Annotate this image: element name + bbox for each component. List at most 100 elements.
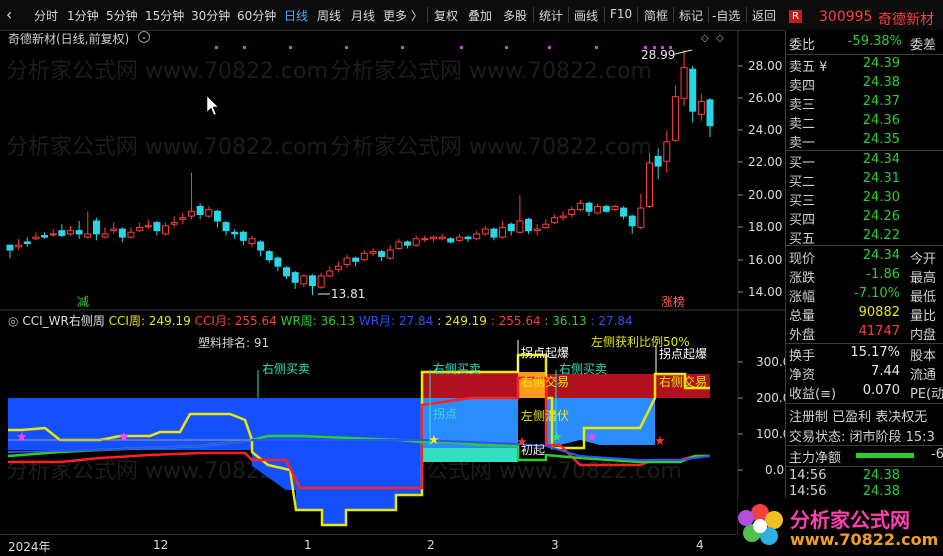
- candle-body: [205, 209, 213, 217]
- candle-body: [421, 238, 429, 241]
- candle-body: [274, 257, 282, 267]
- signal-right-trade: 右侧交易: [521, 374, 569, 389]
- indicator-value: : 36.13: [540, 314, 587, 328]
- indicator-value: WR月: 27.84: [355, 314, 434, 328]
- committee-ratio: -59.38%: [847, 34, 902, 49]
- price-axis: 28.00 26.00 24.00 22.00 20.00 18.00 16.0…: [738, 59, 782, 299]
- diamond-icon: ◇: [701, 33, 709, 44]
- quote-row: 外盘 41747 内盘: [789, 324, 937, 343]
- candle-body: [179, 217, 187, 220]
- candle-body: [127, 231, 135, 238]
- candle-body: [291, 272, 299, 283]
- signal-dot: [401, 46, 404, 49]
- svg-text:300.00: 300.00: [756, 355, 785, 369]
- stat-row: 收益(≡) 0.070 PE(动: [789, 383, 943, 402]
- ask-row: 卖三 24.37: [789, 94, 900, 113]
- candle-body: [265, 251, 273, 261]
- svg-text:0.00: 0.00: [765, 463, 785, 477]
- candle-body: [542, 223, 550, 228]
- bid-row: 买二 24.31: [789, 171, 900, 190]
- signal-dot: [548, 46, 551, 49]
- candle-body: [334, 265, 342, 270]
- svg-text:★: ★: [586, 430, 598, 445]
- candle-body: [386, 249, 394, 259]
- quote-row: 现价 24.34 今开: [789, 248, 937, 267]
- signal-dot: [215, 46, 218, 49]
- signal-dots: [215, 46, 672, 49]
- candle-body: [231, 231, 239, 235]
- quote-row: 涨跌 -1.86 最高: [789, 267, 937, 286]
- mouse-cursor-icon: [206, 95, 219, 116]
- indicator-value: : 27.84: [586, 314, 633, 328]
- candle-body: [170, 222, 178, 225]
- candle-body: [550, 217, 558, 224]
- candle-body: [343, 257, 351, 266]
- candle-body: [49, 233, 57, 236]
- candle-body: [637, 207, 645, 228]
- flow-bar: [856, 453, 914, 458]
- price-tick: 22.00: [748, 155, 782, 169]
- candle-body: [187, 210, 195, 217]
- indicator-value: CCI周: 249.19: [108, 314, 191, 328]
- watermark-text: 分析家公式网 www.70822.com: [6, 59, 328, 84]
- indicator-name: CCI_WR右侧周: [22, 314, 105, 328]
- candle-body: [66, 230, 74, 235]
- watermark-text: 分析家公式网 www.70822.com: [6, 135, 328, 160]
- quote-panel: R 300995 奇德新材 委比 -59.38% 委差 卖五 ¥24.39 卖四 2…: [785, 9, 943, 555]
- candle-body: [533, 228, 541, 232]
- signal-dot: [289, 46, 292, 49]
- signal-right-buy: 右侧买卖: [262, 361, 310, 376]
- signal-dot: [345, 46, 348, 49]
- kline-chart[interactable]: 分析家公式网 www.70822.com 分析家公式网 www.70822.co…: [0, 0, 785, 534]
- candle-body: [646, 162, 654, 207]
- svg-text:★: ★: [551, 430, 563, 445]
- candle-body: [352, 257, 360, 262]
- candle-body: [23, 241, 31, 245]
- svg-text:★: ★: [654, 434, 666, 449]
- indicator-value: WR周: 36.13: [276, 314, 356, 328]
- candle-body: [412, 238, 420, 246]
- tag-right: 涨榜: [661, 294, 685, 309]
- candle-body: [576, 202, 584, 211]
- candle-body: [481, 228, 489, 235]
- indicator-title-row: ◎ CCI_WR右侧周 CCI周: 249.19 CCI月: 255.64 WR…: [8, 312, 633, 329]
- candle-body: [464, 236, 472, 240]
- price-tick: 18.00: [748, 220, 782, 234]
- stock-code: 300995: [819, 9, 873, 25]
- stat-row: 净资 7.44 流通: [789, 364, 937, 383]
- low-price-label: 13.81: [331, 287, 365, 301]
- indicator-panel: ★ ★ ★ ★ ★ ★ ★ 右侧买卖 右侧买卖 右侧买卖 拐点 拐点起爆 拐点起…: [7, 334, 711, 527]
- stock-name: 奇德新材: [878, 12, 934, 28]
- bid-row: 买四 24.26: [789, 209, 900, 228]
- signal-dot: [595, 46, 598, 49]
- date-tick: 4: [696, 538, 704, 552]
- price-tick: 24.00: [748, 123, 782, 137]
- signal-first-up: 初起: [521, 443, 545, 457]
- candle-body: [153, 222, 161, 232]
- date-tick: 1: [304, 538, 312, 552]
- candle-body: [300, 275, 308, 285]
- price-tick: 20.00: [748, 188, 782, 202]
- svg-text:★: ★: [16, 430, 28, 445]
- candle-body: [559, 215, 567, 219]
- signal-right-trade: 右侧交易: [659, 374, 707, 389]
- candle-body: [15, 244, 23, 248]
- price-tick: 14.00: [748, 285, 782, 299]
- flags-line: 注册制 已盈利 表决权无: [789, 410, 928, 425]
- logo-title: 分析家公式网: [790, 508, 910, 532]
- candle-body: [568, 209, 576, 216]
- bid-row: 买一 24.34: [789, 152, 900, 171]
- quote-row: 涨幅 -7.10% 最低: [789, 286, 937, 305]
- candle-body: [663, 141, 671, 162]
- candle-body: [447, 238, 455, 243]
- rank-label: 塑料排名: 91: [198, 335, 269, 350]
- candle-body: [41, 235, 49, 238]
- candle-body: [369, 251, 377, 254]
- signal-left-ambush: 左侧潜伏: [521, 408, 569, 423]
- candle-body: [32, 236, 40, 240]
- indicator-value: CCI月: 255.64: [190, 314, 277, 328]
- candle-body: [697, 101, 705, 115]
- candle-body: [283, 267, 291, 277]
- candle-body: [490, 228, 498, 238]
- brand-logo: 分析家公式网 www.70822.com: [738, 498, 943, 555]
